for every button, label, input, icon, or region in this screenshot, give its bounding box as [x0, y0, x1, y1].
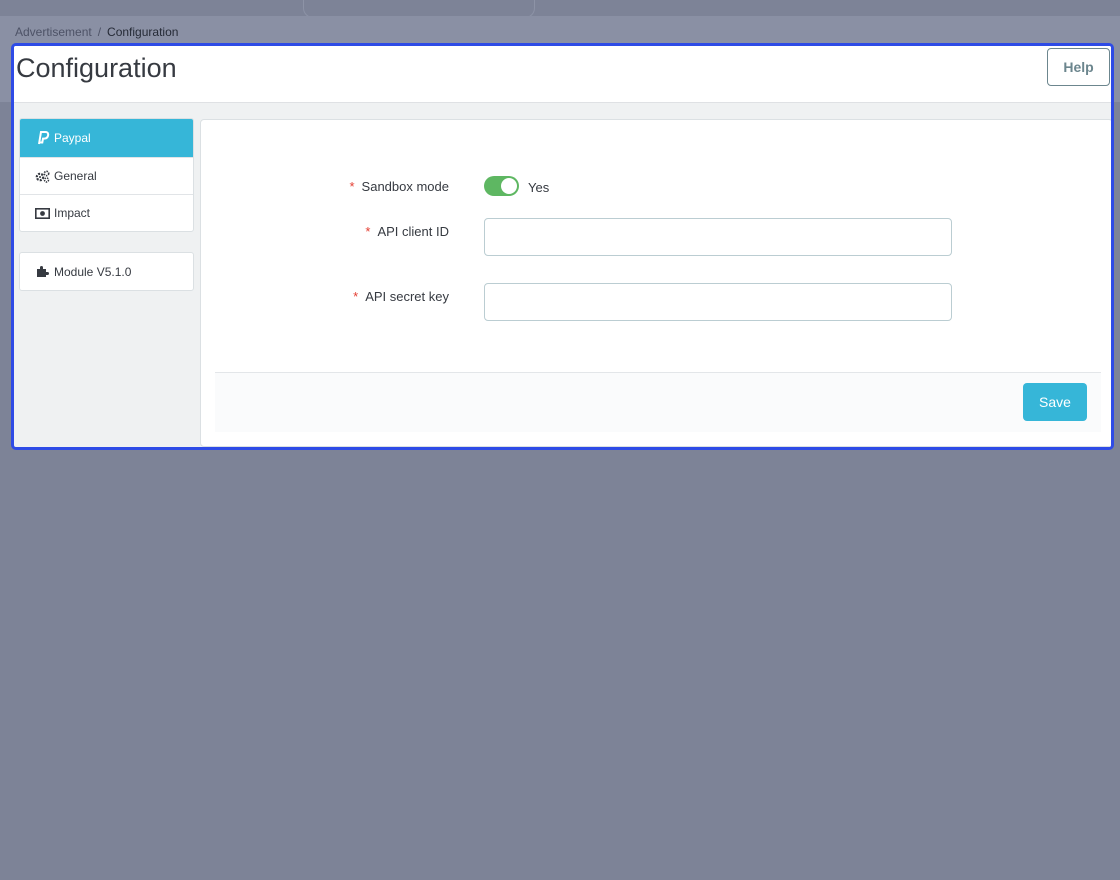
sidebar-item-label: Impact: [54, 206, 91, 220]
api-secret-key-input[interactable]: [484, 283, 952, 321]
module-version: Module V5.1.0: [19, 252, 194, 291]
breadcrumb: Advertisement / Configuration: [15, 25, 178, 39]
cogs-icon: [35, 169, 50, 183]
puzzle-icon: [35, 265, 50, 279]
money-icon: [35, 206, 50, 220]
module-version-label: Module V5.1.0: [54, 264, 132, 279]
help-button[interactable]: Help: [1047, 48, 1110, 86]
sandbox-mode-label: * Sandbox mode: [349, 179, 449, 194]
paypal-icon: [35, 131, 50, 145]
api-secret-key-label: * API secret key: [353, 289, 449, 304]
sidebar-item-general[interactable]: General: [20, 157, 193, 194]
sidebar-item-label: Paypal: [54, 131, 91, 145]
api-client-id-input[interactable]: [484, 218, 952, 256]
sidebar-item-label: General: [54, 169, 97, 183]
sandbox-mode-toggle[interactable]: [484, 176, 519, 196]
panel-footer: Save: [215, 372, 1101, 432]
module-version-item: Module V5.1.0: [20, 253, 193, 290]
breadcrumb-parent[interactable]: Advertisement: [15, 25, 92, 39]
sidebar-item-impact[interactable]: Impact: [20, 194, 193, 231]
configuration-frame: Configuration Help Paypal General Impact…: [11, 43, 1114, 450]
breadcrumb-current: Configuration: [107, 25, 179, 39]
toggle-knob: [501, 178, 517, 194]
sandbox-mode-value: Yes: [528, 180, 550, 195]
required-mark: *: [365, 224, 371, 239]
sidebar-nav: Paypal General Impact: [19, 118, 194, 232]
required-mark: *: [353, 289, 359, 304]
sidebar: Paypal General Impact Module V5.1.0: [19, 118, 194, 291]
required-mark: *: [349, 179, 355, 194]
breadcrumb-separator: /: [97, 25, 102, 39]
save-button[interactable]: Save: [1023, 383, 1087, 421]
sidebar-item-paypal[interactable]: Paypal: [20, 119, 193, 157]
api-client-id-label: * API client ID: [365, 224, 449, 239]
title-bar: Configuration Help: [14, 46, 1111, 103]
paypal-settings-panel: * Sandbox mode Yes * API client ID * API se…: [200, 119, 1111, 447]
page-title: Configuration: [16, 53, 177, 83]
